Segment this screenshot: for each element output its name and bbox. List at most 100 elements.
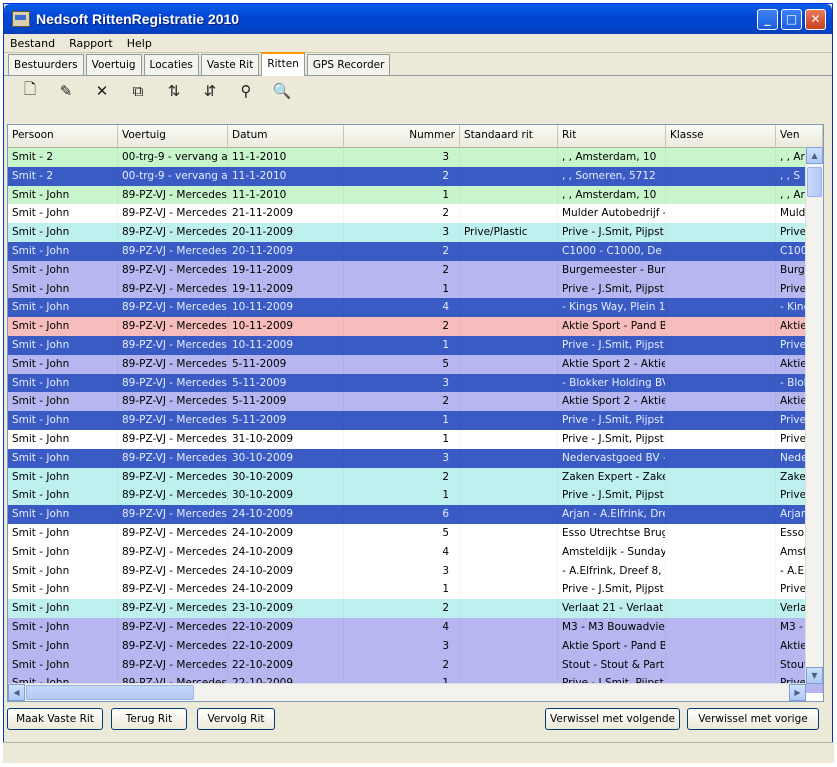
- table-cell-persoon[interactable]: Smit - John: [8, 429, 118, 449]
- column-header-rit[interactable]: Rit: [558, 125, 666, 147]
- table-cell-nummer[interactable]: 1: [344, 335, 460, 355]
- table-cell-datum[interactable]: 19-11-2009: [228, 260, 344, 280]
- table-cell-persoon[interactable]: Smit - John: [8, 467, 118, 487]
- tab-bestuurders[interactable]: Bestuurders: [8, 54, 84, 75]
- menu-help[interactable]: Help: [127, 37, 152, 50]
- table-cell-persoon[interactable]: Smit - John: [8, 241, 118, 261]
- table-cell-datum[interactable]: 20-11-2009: [228, 241, 344, 261]
- table-cell-standaard-rit[interactable]: [460, 260, 558, 280]
- table-cell-rit[interactable]: Mulder Autobedrijf -: [558, 204, 666, 224]
- table-cell-voertuig[interactable]: 89-PZ-VJ - Mercedes: [118, 636, 228, 656]
- table-row[interactable]: Smit - John 89-PZ-VJ - Mercedes 10-11-2009…: [8, 335, 823, 355]
- table-cell-rit[interactable]: Nedervastgoed BV -: [558, 448, 666, 468]
- table-cell-nummer[interactable]: 1: [344, 486, 460, 506]
- table-cell-rit[interactable]: Prive - J.Smit, Pijpst: [558, 335, 666, 355]
- table-cell-standaard-rit[interactable]: [460, 298, 558, 318]
- table-cell-klasse[interactable]: [666, 636, 776, 656]
- maak-vaste-rit-button[interactable]: Maak Vaste Rit: [7, 708, 103, 730]
- table-cell-datum[interactable]: 10-11-2009: [228, 335, 344, 355]
- table-cell-standaard-rit[interactable]: [460, 580, 558, 600]
- table-cell-persoon[interactable]: Smit - John: [8, 204, 118, 224]
- table-cell-standaard-rit[interactable]: [460, 354, 558, 374]
- table-row[interactable]: Smit - John89-PZ-VJ - Mercedes22-10-2009…: [8, 636, 823, 656]
- table-cell-voertuig[interactable]: 89-PZ-VJ - Mercedes: [118, 655, 228, 675]
- table-cell-datum[interactable]: 31-10-2009: [228, 429, 344, 449]
- table-cell-datum[interactable]: 22-10-2009: [228, 655, 344, 675]
- terug-rit-button[interactable]: Terug Rit: [111, 708, 187, 730]
- table-cell-voertuig[interactable]: 89-PZ-VJ - Mercedes: [118, 580, 228, 600]
- table-cell-datum[interactable]: 11-1-2010: [228, 185, 344, 205]
- table-cell-persoon[interactable]: Smit - John: [8, 486, 118, 506]
- table-cell-nummer[interactable]: 4: [344, 617, 460, 637]
- table-cell-klasse[interactable]: [666, 166, 776, 186]
- column-header-standaard-rit[interactable]: Standaard rit: [460, 125, 558, 147]
- table-row[interactable]: Smit - John 89-PZ-VJ - Mercedes 30-10-2009…: [8, 486, 823, 506]
- scroll-right-icon[interactable]: ▶: [789, 684, 806, 701]
- table-cell-persoon[interactable]: Smit - John: [8, 223, 118, 242]
- table-cell-nummer[interactable]: 1: [344, 279, 460, 299]
- table-cell-persoon[interactable]: Smit - John: [8, 185, 118, 205]
- table-cell-standaard-rit[interactable]: [460, 317, 558, 336]
- scroll-up-icon[interactable]: ▲: [806, 147, 823, 164]
- menu-bestand[interactable]: Bestand: [10, 37, 55, 50]
- table-cell-rit[interactable]: C1000 - C1000, De I: [558, 241, 666, 261]
- table-cell-persoon[interactable]: Smit - John: [8, 599, 118, 618]
- table-cell-datum[interactable]: 23-10-2009: [228, 599, 344, 618]
- table-row[interactable]: Smit - John 89-PZ-VJ - Mercedes 24-10-2009…: [8, 505, 823, 524]
- table-cell-voertuig[interactable]: 89-PZ-VJ - Mercedes: [118, 486, 228, 506]
- table-cell-nummer[interactable]: 3: [344, 448, 460, 468]
- table-row[interactable]: Smit - John 89-PZ-VJ - Mercedes 24-10-2009…: [8, 561, 823, 581]
- sort-ascending-icon[interactable]: ⇅: [158, 79, 190, 103]
- tab-voertuig[interactable]: Voertuig: [85, 54, 142, 75]
- scroll-down-icon[interactable]: ▼: [806, 667, 823, 684]
- table-cell-standaard-rit[interactable]: [460, 636, 558, 656]
- table-cell-voertuig[interactable]: 89-PZ-VJ - Mercedes: [118, 223, 228, 242]
- table-cell-standaard-rit[interactable]: [460, 373, 558, 393]
- table-row[interactable]: Smit - John 89-PZ-VJ - Mercedes 21-11-2009…: [8, 204, 823, 224]
- table-row[interactable]: Smit - 2 00-trg-9 - vervang a 11-1-2010 2 , …: [8, 166, 823, 186]
- tab-locaties[interactable]: Locaties: [143, 54, 199, 75]
- table-cell-nummer[interactable]: 3: [344, 148, 460, 167]
- table-cell-standaard-rit[interactable]: [460, 335, 558, 355]
- table-cell-rit[interactable]: Prive - J.Smit, Pijpst: [558, 411, 666, 430]
- table-cell-rit[interactable]: , , Amsterdam, 10: [558, 148, 666, 167]
- menu-rapport[interactable]: Rapport: [69, 37, 113, 50]
- table-cell-voertuig[interactable]: 89-PZ-VJ - Mercedes: [118, 260, 228, 280]
- table-cell-nummer[interactable]: 1: [344, 411, 460, 430]
- table-cell-nummer[interactable]: 3: [344, 636, 460, 656]
- table-cell-persoon[interactable]: Smit - John: [8, 392, 118, 412]
- table-cell-voertuig[interactable]: 89-PZ-VJ - Mercedes: [118, 185, 228, 205]
- table-cell-datum[interactable]: 24-10-2009: [228, 505, 344, 524]
- table-cell-voertuig[interactable]: 89-PZ-VJ - Mercedes: [118, 542, 228, 562]
- table-cell-voertuig[interactable]: 89-PZ-VJ - Mercedes: [118, 279, 228, 299]
- table-cell-standaard-rit[interactable]: Prive/Plastic: [460, 223, 558, 242]
- table-cell-rit[interactable]: Aktie Sport - Pand B: [558, 636, 666, 656]
- copy-icon[interactable]: ⧉: [122, 79, 154, 103]
- table-cell-klasse[interactable]: [666, 298, 776, 318]
- table-cell-standaard-rit[interactable]: [460, 279, 558, 299]
- table-row[interactable]: Smit - John 89-PZ-VJ - Mercedes 20-11-2009…: [8, 241, 823, 261]
- tab-gps-recorder[interactable]: GPS Recorder: [306, 54, 391, 75]
- table-cell-klasse[interactable]: [666, 561, 776, 581]
- table-cell-klasse[interactable]: [666, 448, 776, 468]
- table-cell-persoon[interactable]: Smit - John: [8, 561, 118, 581]
- table-cell-klasse[interactable]: [666, 373, 776, 393]
- table-cell-nummer[interactable]: 5: [344, 354, 460, 374]
- table-cell-datum[interactable]: 30-10-2009: [228, 448, 344, 468]
- table-cell-klasse[interactable]: [666, 617, 776, 637]
- table-cell-rit[interactable]: - Blokker Holding BV: [558, 373, 666, 393]
- table-cell-nummer[interactable]: 4: [344, 542, 460, 562]
- table-cell-standaard-rit[interactable]: [460, 599, 558, 618]
- column-header-datum[interactable]: Datum: [228, 125, 344, 147]
- table-cell-datum[interactable]: 5-11-2009: [228, 373, 344, 393]
- table-cell-persoon[interactable]: Smit - John: [8, 260, 118, 280]
- table-cell-nummer[interactable]: 3: [344, 373, 460, 393]
- table-cell-standaard-rit[interactable]: [460, 411, 558, 430]
- table-row[interactable]: Smit - 2 00-trg-9 - vervang a 11-1-2010 3 , …: [8, 148, 823, 167]
- table-row[interactable]: Smit - John 89-PZ-VJ - Mercedes 10-11-2009…: [8, 298, 823, 318]
- table-cell-voertuig[interactable]: 89-PZ-VJ - Mercedes: [118, 392, 228, 412]
- table-cell-klasse[interactable]: [666, 317, 776, 336]
- table-cell-klasse[interactable]: [666, 411, 776, 430]
- table-cell-datum[interactable]: 22-10-2009: [228, 636, 344, 656]
- table-cell-datum[interactable]: 30-10-2009: [228, 486, 344, 506]
